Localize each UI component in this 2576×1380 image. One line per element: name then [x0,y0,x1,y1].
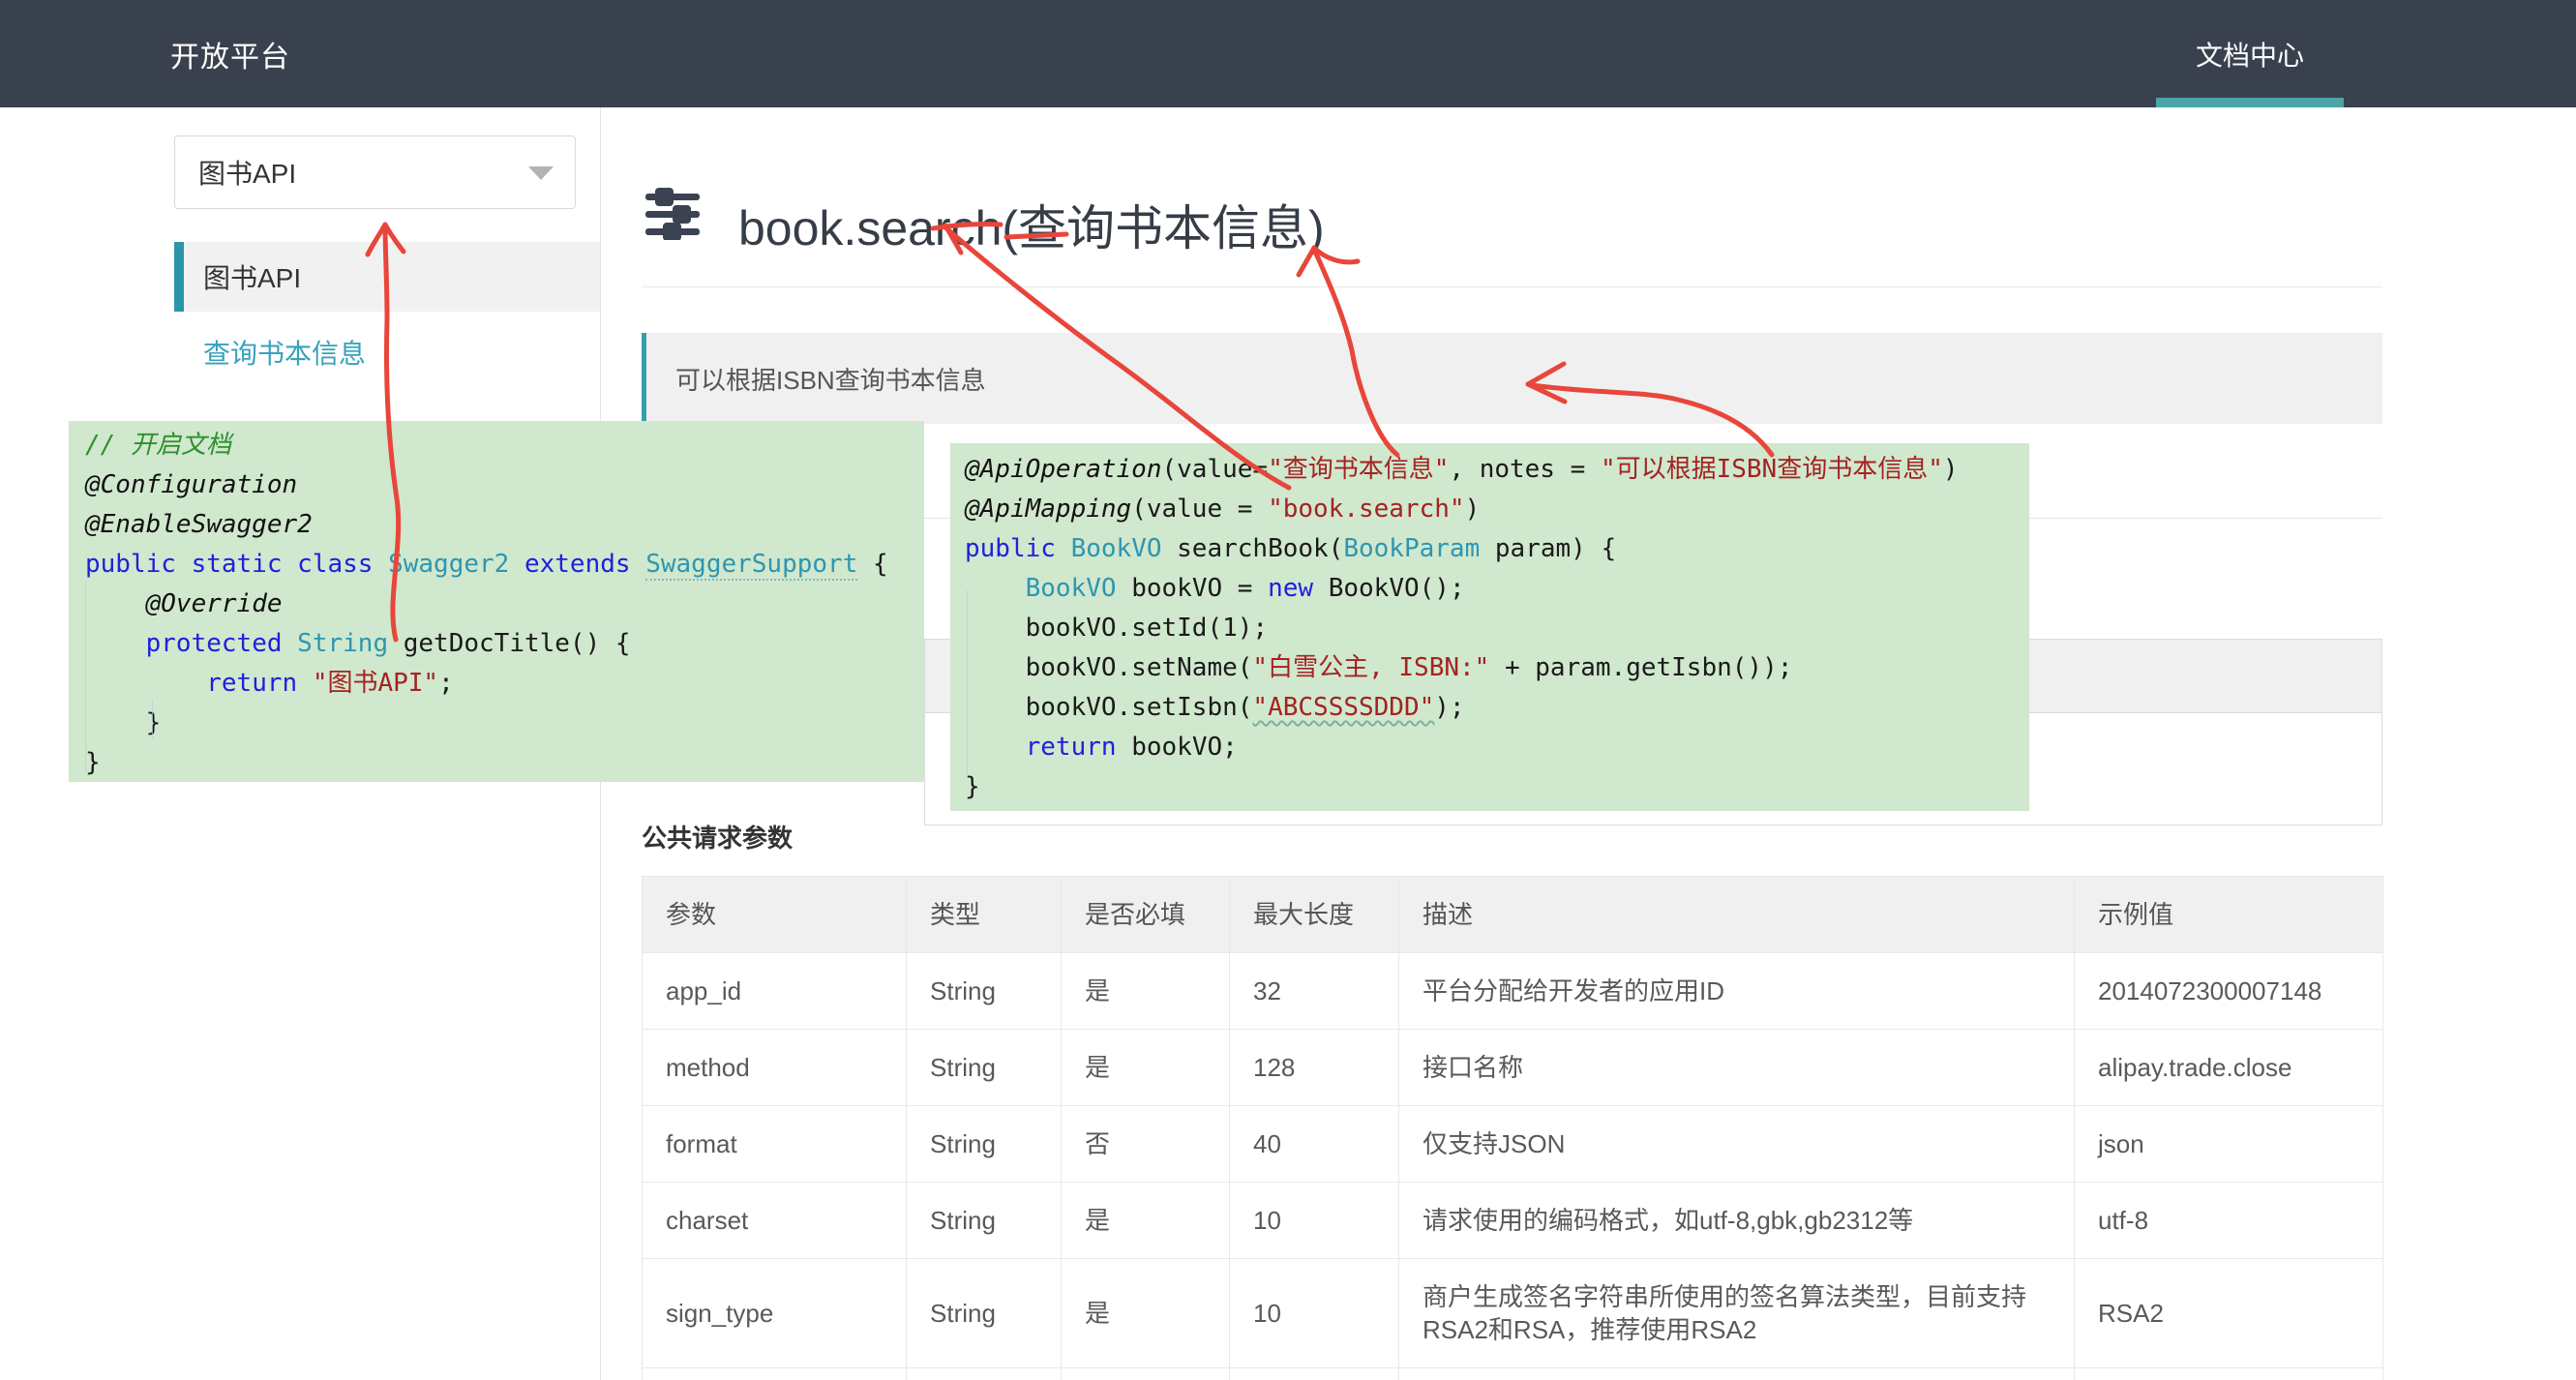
table-cell: charset [643,1183,907,1259]
table-header-row: 参数类型是否必填最大长度描述示例值 [643,877,2383,953]
table-cell: app_id [643,953,907,1030]
page-title: book.search(查询书本信息) [738,190,1325,259]
table-column-header: 参数 [643,877,907,953]
page: 开放平台 文档中心 图书API 图书API 查询书本信息 book.search… [0,0,2576,1380]
table-cell: 仅支持JSON [1399,1106,2075,1183]
code-line: // 开启文档 [85,426,924,465]
table-cell: 32 [1230,953,1399,1030]
table-cell [1230,1368,1399,1380]
code-line: } [85,743,924,783]
table-cell: alipay.trade.close [2075,1030,2383,1106]
table-cell: 是 [1062,1259,1230,1368]
table-row: app_idString是32平台分配给开发者的应用ID201407230000… [643,953,2383,1030]
title-divider [642,286,2382,287]
table-column-header: 是否必填 [1062,877,1230,953]
table-cell: 平台分配给开发者的应用ID [1399,953,2075,1030]
table-cell: String [907,953,1062,1030]
code-line: } [85,704,924,743]
table-row: sign_typeString是10商户生成签名字符串所使用的签名算法类型，目前… [643,1259,2383,1368]
table-cell: 40 [1230,1106,1399,1183]
code-line: @ApiOperation(value="查询书本信息", notes = "可… [965,450,2029,490]
table-cell: 128 [1230,1030,1399,1106]
brand-title: 开放平台 [170,0,290,107]
table-cell: 否 [1062,1106,1230,1183]
code-line: return "图书API"; [85,664,924,704]
code-line: protected String getDocTitle() { [85,624,924,664]
table-cell: 2014072300007148 [2075,953,2383,1030]
table-cell: 10 [1230,1259,1399,1368]
table-cell: format [643,1106,907,1183]
code-line: @Configuration [85,465,924,505]
chevron-down-icon [528,166,554,180]
code-line: BookVO bookVO = new BookVO(); [965,569,2029,609]
active-tab-underline [2156,98,2344,107]
top-navigation-bar: 开放平台 文档中心 [0,0,2576,107]
table-column-header: 示例值 [2075,877,2383,953]
table-cell: utf-8 [2075,1183,2383,1259]
table-cell [1062,1368,1230,1380]
code-block-swagger-config: // 开启文档@Configuration@EnableSwagger2publ… [69,421,924,782]
table-cell: 是 [1062,953,1230,1030]
table-cell: String [907,1030,1062,1106]
code-line: bookVO.setIsbn("ABCSSSSDDD"); [965,688,2029,728]
table-cell: RSA2 [2075,1259,2383,1368]
table-column-header: 最大长度 [1230,877,1399,953]
code-line: @Override [85,585,924,624]
api-select-dropdown[interactable]: 图书API [174,135,576,209]
table-row: methodString是128接口名称alipay.trade.close [643,1030,2383,1106]
table-cell: 请求使用的编码格式，如utf-8,gbk,gb2312等 [1399,1183,2075,1259]
table-row-partial [643,1368,2383,1380]
api-select-value: 图书API [198,153,296,192]
code-line: bookVO.setName("白雪公主, ISBN:" + param.get… [965,648,2029,688]
table-cell [2075,1368,2383,1380]
table-cell [907,1368,1062,1380]
public-request-params-table: 参数类型是否必填最大长度描述示例值 app_idString是32平台分配给开发… [642,876,2383,1380]
info-banner-text: 可以根据ISBN查询书本信息 [675,361,986,397]
table-cell: sign_type [643,1259,907,1368]
indent-guide [152,699,153,739]
code-line: @EnableSwagger2 [85,505,924,545]
table-cell: String [907,1106,1062,1183]
code-line: @ApiMapping(value = "book.search") [965,490,2029,529]
table-cell [643,1368,907,1380]
code-line: public static class Swagger2 extends Swa… [85,545,924,585]
table-cell: method [643,1030,907,1106]
indent-guide [967,590,968,774]
indent-guide [85,581,86,772]
code-line: bookVO.setId(1); [965,609,2029,648]
table-cell: 10 [1230,1183,1399,1259]
sidebar-link-query-book-info[interactable]: 查询书本信息 [203,333,366,372]
table-column-header: 描述 [1399,877,2075,953]
code-line: public BookVO searchBook(BookParam param… [965,529,2029,569]
table-cell: 商户生成签名字符串所使用的签名算法类型，目前支持RSA2和RSA，推荐使用RSA… [1399,1259,2075,1368]
code-line: return bookVO; [965,728,2029,767]
table-cell: String [907,1183,1062,1259]
table-cell: String [907,1259,1062,1368]
table-row: charsetString是10请求使用的编码格式，如utf-8,gbk,gb2… [643,1183,2383,1259]
code-line: } [965,767,2029,807]
sliders-icon [644,186,702,245]
table-row: formatString否40仅支持JSONjson [643,1106,2383,1183]
info-banner: 可以根据ISBN查询书本信息 [642,333,2382,424]
table-cell: json [2075,1106,2383,1183]
table-cell: 是 [1062,1030,1230,1106]
sidebar-item-book-api[interactable]: 图书API [174,242,600,312]
sidebar-item-label: 图书API [203,257,301,296]
nav-item-doc-center[interactable]: 文档中心 [2156,0,2344,107]
table-column-header: 类型 [907,877,1062,953]
table-cell [1399,1368,2075,1380]
table-cell: 接口名称 [1399,1030,2075,1106]
code-block-controller-method: @ApiOperation(value="查询书本信息", notes = "可… [950,443,2029,811]
active-item-accent-bar [174,242,184,312]
table-cell: 是 [1062,1183,1230,1259]
section-heading-public-request-params: 公共请求参数 [642,819,793,855]
